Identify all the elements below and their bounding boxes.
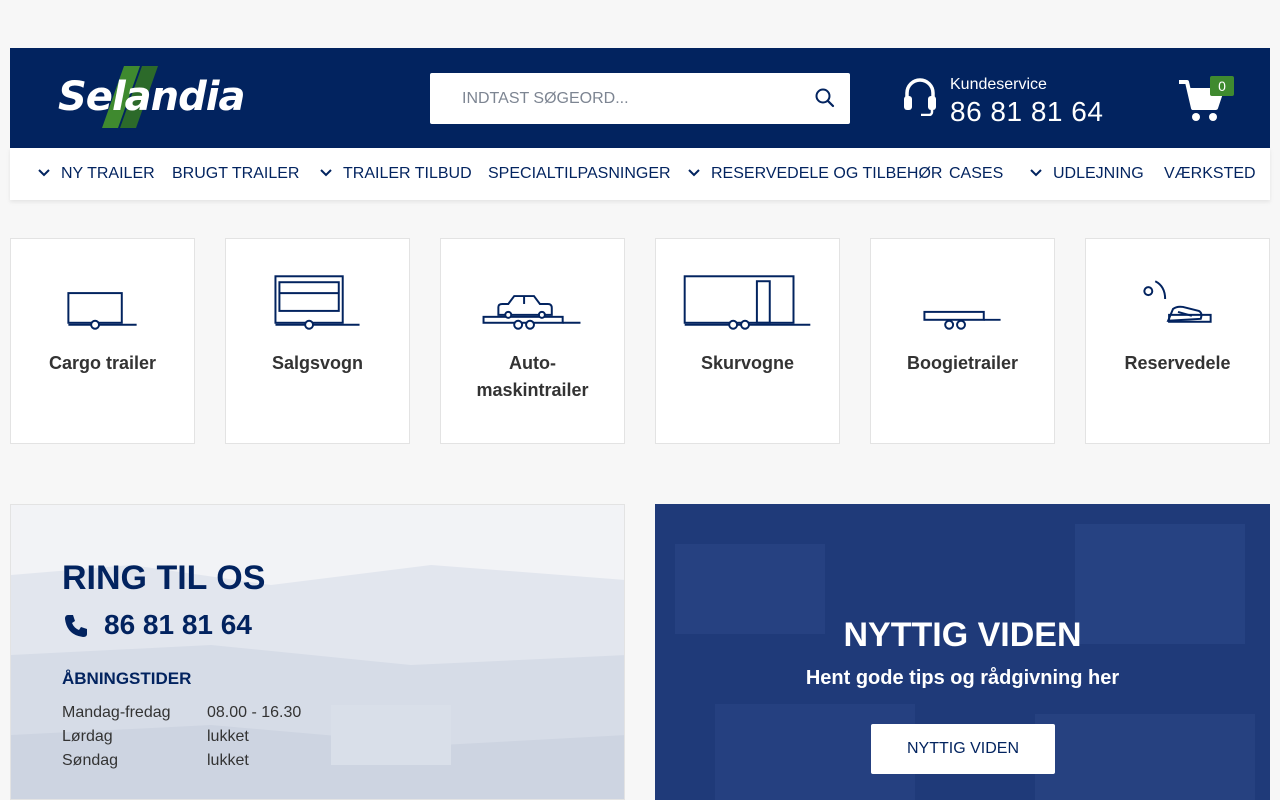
hours-day: Søndag xyxy=(62,752,119,769)
chevron-down-icon[interactable] xyxy=(688,169,700,177)
cargo-trailer-icon xyxy=(67,292,137,330)
logo-text: Selandia xyxy=(58,74,245,120)
useful-knowledge-panel: NYTTIG VIDEN Hent gode tips og rådgivnin… xyxy=(655,504,1270,800)
useful-knowledge-title: NYTTIG VIDEN xyxy=(843,616,1082,654)
sales-wagon-icon xyxy=(274,275,360,330)
nav-item-udlejning[interactable]: UDLEJNING xyxy=(1053,148,1144,200)
site-header: Selandia Kundeservice 86 81 81 64 0 xyxy=(10,48,1270,148)
search-box xyxy=(430,73,850,124)
chevron-down-icon[interactable] xyxy=(1030,169,1042,177)
useful-knowledge-button[interactable]: NYTTIG VIDEN xyxy=(871,724,1055,774)
headset-icon xyxy=(904,78,936,116)
chevron-down-icon[interactable] xyxy=(320,169,332,177)
opening-hours-title: ÅBNINGSTIDER xyxy=(62,669,192,688)
hours-time: 08.00 - 16.30 xyxy=(207,704,302,721)
call-us-phone[interactable]: 86 81 81 64 xyxy=(104,609,252,641)
nav-item-cases[interactable]: CASES xyxy=(949,148,1003,200)
nav-item-vaerksted[interactable]: VÆRKSTED xyxy=(1164,148,1256,200)
customer-service[interactable]: Kundeservice 86 81 81 64 xyxy=(903,76,1133,128)
hours-day: Mandag-fredag xyxy=(62,704,171,721)
main-nav: NY TRAILER BRUGT TRAILER TRAILER TILBUD … xyxy=(10,148,1270,200)
search-icon[interactable] xyxy=(814,87,836,109)
nav-item-specialtilpasninger[interactable]: SPECIALTILPASNINGER xyxy=(488,148,671,200)
hours-row: Søndag lukket xyxy=(62,752,362,774)
hours-day: Lørdag xyxy=(62,728,113,745)
category-label: Boogietrailer xyxy=(906,353,1019,373)
useful-knowledge-subtitle: Hent gode tips og rådgivning her xyxy=(805,667,1120,689)
hours-row: Lørdag lukket xyxy=(62,728,362,750)
category-label: Salgsvogn xyxy=(271,353,364,373)
hours-time: lukket xyxy=(207,728,249,745)
hours-row: Mandag-fredag 08.00 - 16.30 xyxy=(62,704,362,726)
category-card-cargo-trailer[interactable]: Cargo trailer xyxy=(10,238,195,444)
category-card-automaskintrailer[interactable]: Auto- maskintrailer xyxy=(440,238,625,444)
phone-icon xyxy=(65,615,87,637)
spare-parts-icon xyxy=(1143,280,1212,323)
chevron-down-icon[interactable] xyxy=(38,169,50,177)
category-card-reservedele[interactable]: Reservedele xyxy=(1085,238,1270,444)
boogie-trailer-icon xyxy=(923,310,1001,330)
cart-button[interactable]: 0 xyxy=(1178,76,1238,126)
customer-service-label: Kundeservice xyxy=(950,76,1047,93)
nav-item-reservedele[interactable]: RESERVEDELE OG TILBEHØR xyxy=(711,148,942,200)
customer-service-phone[interactable]: 86 81 81 64 xyxy=(950,96,1103,128)
category-card-salgsvogn[interactable]: Salgsvogn xyxy=(225,238,410,444)
nav-item-trailer-tilbud[interactable]: TRAILER TILBUD xyxy=(343,148,472,200)
nav-item-brugt-trailer[interactable]: BRUGT TRAILER xyxy=(172,148,299,200)
search-input[interactable] xyxy=(430,73,800,124)
site-hut-trailer-icon xyxy=(683,275,811,330)
car-trailer-icon xyxy=(482,295,581,330)
call-us-panel: RING TIL OS 86 81 81 64 ÅBNINGSTIDER Man… xyxy=(10,504,625,800)
selandia-logo[interactable]: Selandia xyxy=(58,66,268,128)
cart-count-badge: 0 xyxy=(1210,76,1234,96)
category-card-boogietrailer[interactable]: Boogietrailer xyxy=(870,238,1055,444)
hours-time: lukket xyxy=(207,752,249,769)
category-card-skurvogne[interactable]: Skurvogne xyxy=(655,238,840,444)
call-us-title: RING TIL OS xyxy=(62,559,266,597)
nav-item-ny-trailer[interactable]: NY TRAILER xyxy=(61,148,155,200)
category-label: Skurvogne xyxy=(700,353,795,373)
category-label: Cargo trailer xyxy=(48,353,157,373)
category-label: Reservedele xyxy=(1124,353,1231,373)
category-label: Auto- maskintrailer xyxy=(476,353,589,400)
